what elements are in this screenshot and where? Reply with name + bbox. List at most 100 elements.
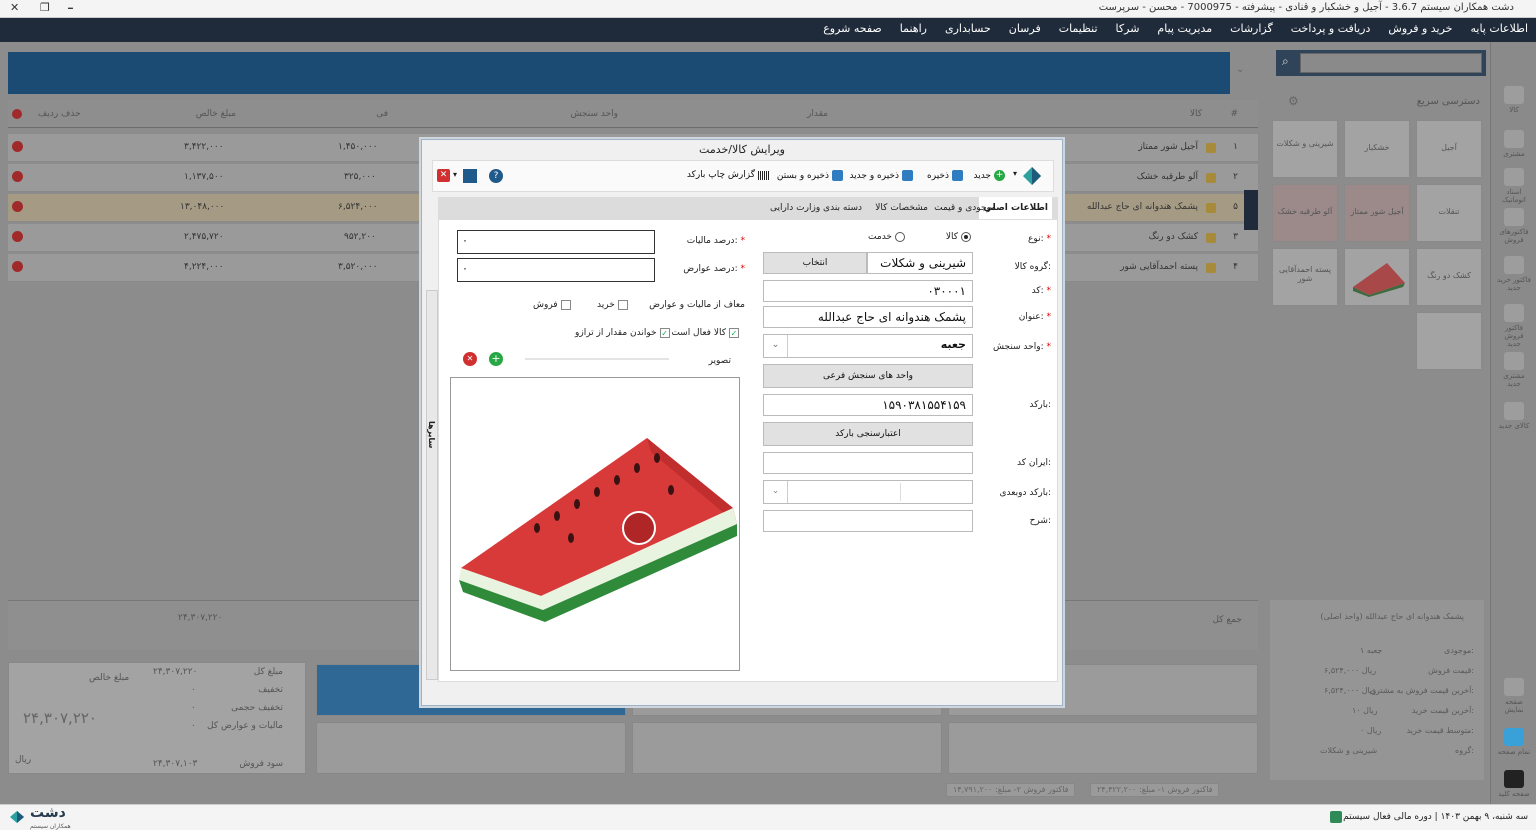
delete-row-icon[interactable] <box>12 141 23 152</box>
grid-view-icon[interactable] <box>463 169 477 183</box>
sidebar-item-new-customer[interactable]: مشتری جدید <box>1497 352 1531 388</box>
volume-discount-value: ۰ <box>191 703 196 713</box>
chevron-down-icon: ⌄ <box>764 335 788 357</box>
menu-item[interactable]: اطلاعات پایه <box>1470 22 1528 35</box>
type-goods-radio[interactable]: کالا <box>946 232 971 242</box>
logo-icon <box>10 811 24 823</box>
menu-item[interactable]: راهنما <box>900 22 927 35</box>
tab-stock-price[interactable]: موجودی و قیمت <box>934 203 996 213</box>
description-field[interactable] <box>763 510 973 532</box>
sidebar-item-customer[interactable]: مشتری <box>1497 130 1531 158</box>
quick-tile-image[interactable] <box>1344 248 1410 306</box>
quick-tile[interactable]: کشک دو رنگ <box>1416 248 1482 306</box>
action-button[interactable] <box>632 722 942 774</box>
menu-item[interactable]: خرید و فروش <box>1388 22 1452 35</box>
row-fee: ۳,۵۲۰,۰۰۰ <box>338 262 378 272</box>
sidebar-item-new-purchase[interactable]: فاکتور خرید جدید <box>1497 256 1531 292</box>
action-button[interactable] <box>316 722 626 774</box>
chevron-down-icon[interactable]: ▾ <box>1013 169 1017 178</box>
menu-item[interactable]: مدیریت پیام <box>1157 22 1212 35</box>
search-input[interactable] <box>1300 53 1482 73</box>
row-item: پشمک هندوانه ای حاج عبدالله <box>1086 202 1198 212</box>
chevron-down-icon[interactable]: ▾ <box>453 170 457 179</box>
search-icon[interactable]: ⌕ <box>1282 54 1289 69</box>
remove-image-icon[interactable]: ✕ <box>463 352 477 366</box>
action-button[interactable] <box>948 722 1258 774</box>
close-icon[interactable]: ✕ <box>10 1 19 14</box>
quick-tile[interactable]: آلو طرقبه خشک <box>1272 184 1338 242</box>
sidebar-item-auto-docs[interactable]: اسناد اتوماتیک <box>1497 168 1531 204</box>
menu-item[interactable]: تنظیمات <box>1059 22 1098 35</box>
sidebar-item-new-sale[interactable]: فاکتور فروش جدید <box>1497 304 1531 348</box>
menu-item[interactable]: فرسان <box>1009 22 1041 35</box>
sidebar-item-sales-invoices[interactable]: فاکتورهای فروش <box>1497 208 1531 244</box>
unit-select[interactable]: جعبه ⌄ <box>763 334 973 358</box>
discount-label: تخفیف <box>258 685 283 695</box>
duty-percent-field[interactable]: ۰ <box>457 258 655 282</box>
quick-tile[interactable]: شیرینی و شکلات <box>1272 120 1338 178</box>
add-image-icon[interactable]: + <box>489 352 503 366</box>
tab-tax-category[interactable]: دسته بندی وزارت دارایی <box>770 203 862 213</box>
exempt-buy-checkbox[interactable]: خرید <box>597 300 628 310</box>
sidebar-item-new-goods[interactable]: کالای جدید <box>1497 402 1531 430</box>
tab-item-specs[interactable]: مشخصات کالا <box>875 203 928 213</box>
save-close-button[interactable]: ذخیره و بستن <box>777 170 843 181</box>
sidebar-item-keyboard[interactable]: صفحه کلید <box>1497 770 1531 798</box>
restore-icon[interactable]: ❐ <box>40 1 50 14</box>
quick-tile-empty[interactable] <box>1416 312 1482 370</box>
scale-checkbox[interactable]: خواندن مقدار از ترازو ✓ <box>575 328 670 338</box>
menu-item[interactable]: گزارشات <box>1230 22 1273 35</box>
exempt-sell-checkbox[interactable]: فروش <box>533 300 571 310</box>
chevron-down-icon[interactable]: ⌄ <box>1236 64 1244 75</box>
delete-row-icon[interactable] <box>12 231 23 242</box>
select-group-button[interactable]: انتخاب <box>763 252 867 274</box>
sidebar-item-fullscreen[interactable]: تمام صفحه <box>1497 728 1531 756</box>
gear-icon[interactable]: ⚙ <box>1288 94 1299 108</box>
close-icon[interactable]: ✕ <box>437 169 450 182</box>
subunits-button[interactable]: واحد های سنجش فرعی <box>763 364 973 388</box>
quick-tile[interactable]: پسته احمدآقایی شور <box>1272 248 1338 306</box>
barcode-report-button[interactable]: گزارش چاپ بارکد <box>687 170 769 180</box>
calendar-icon[interactable] <box>1330 811 1342 823</box>
quick-tile[interactable]: آجیل شور ممتاز <box>1344 184 1410 242</box>
delete-row-icon[interactable] <box>12 201 23 212</box>
menu-item[interactable]: حسابداری <box>945 22 991 35</box>
menu-item[interactable]: شرکا <box>1116 22 1140 35</box>
duty-percent-label: درصد عوارض: * <box>683 264 745 274</box>
title-field[interactable]: پشمک هندوانه ای حاج عبدالله <box>763 306 973 328</box>
row-net: ۲,۴۷۵,۷۲۰ <box>184 232 224 242</box>
minimize-icon[interactable]: ━ <box>68 4 73 13</box>
tax-percent-field[interactable]: ۰ <box>457 230 655 254</box>
new-button[interactable]: جدید + <box>973 170 1005 181</box>
info-value: ۱ جعبه <box>1360 646 1383 655</box>
barcode-label: بارکد: <box>1029 400 1051 410</box>
sidebar-item-goods[interactable]: کالا <box>1497 86 1531 114</box>
row-expand-handle[interactable] <box>1244 190 1258 230</box>
delete-row-icon[interactable] <box>12 261 23 272</box>
type-service-radio[interactable]: خدمت <box>868 232 905 242</box>
quick-tile[interactable]: آجیل <box>1416 120 1482 178</box>
barcode-field[interactable]: ۱۵۹۰۳۸۱۵۵۴۱۵۹ <box>763 394 973 416</box>
barcode-check-button[interactable]: اعتبارسنجی بارکد <box>763 422 973 446</box>
code-field[interactable]: ۰۳۰۰۰۱ <box>763 280 973 302</box>
active-checkbox[interactable]: کالا فعال است ✓ <box>671 328 739 338</box>
group-field[interactable]: شیرینی و شکلات <box>867 252 973 274</box>
barcode2d-select[interactable]: ⌄ <box>763 480 973 504</box>
side-tab[interactable]: سایرها <box>426 290 438 680</box>
tax-label: مالیات و عوارض کل <box>206 721 283 731</box>
menu-item[interactable]: دریافت و پرداخت <box>1291 22 1371 35</box>
menu-item[interactable]: صفحه شروع <box>823 22 882 35</box>
quick-tile[interactable]: تنقلات <box>1416 184 1482 242</box>
delete-row-icon[interactable] <box>12 171 23 182</box>
invoice-tab[interactable]: فاکتور فروش ۲- مبلغ: ۱۴,۷۹۱,۲۰۰ <box>946 783 1076 797</box>
help-icon[interactable]: ? <box>489 169 503 183</box>
save-button[interactable]: ذخیره <box>927 170 963 181</box>
row-net: ۳,۴۲۲,۰۰۰ <box>184 142 224 152</box>
sidebar-item-display[interactable]: صفحه نمایش <box>1497 678 1531 714</box>
iran-code-field[interactable] <box>763 452 973 474</box>
invoice-tab[interactable]: فاکتور فروش ۱- مبلغ: ۲۴,۴۲۲,۲۰۰ <box>1090 783 1220 797</box>
save-new-button[interactable]: ذخیره و جدید <box>849 170 913 181</box>
delete-all-icon[interactable] <box>12 109 22 119</box>
quick-tile[interactable]: خشکبار <box>1344 120 1410 178</box>
row-index: ۲ <box>1233 172 1238 182</box>
